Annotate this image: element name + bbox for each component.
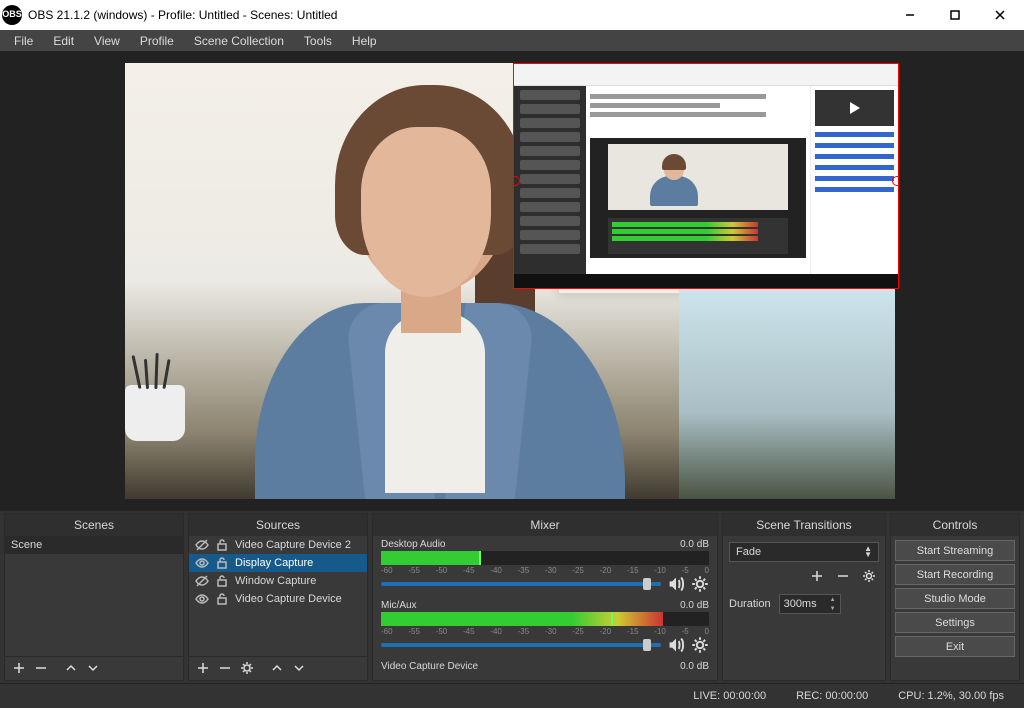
mixer-channel-name: Mic/Aux (381, 600, 417, 611)
lock-open-icon[interactable] (215, 574, 229, 588)
menu-help[interactable]: Help (344, 32, 385, 50)
spin-up-icon[interactable]: ▲ (826, 595, 840, 604)
preview-canvas[interactable] (125, 63, 899, 499)
mixer-header: Mixer (373, 514, 717, 536)
spin-down-icon[interactable]: ▼ (826, 604, 840, 613)
mixer-channel-db: 0.0 dB (680, 539, 709, 550)
menu-tools[interactable]: Tools (296, 32, 340, 50)
mixer-channel-db: 0.0 dB (680, 661, 709, 672)
maximize-button[interactable] (932, 0, 977, 30)
eye-icon[interactable] (195, 556, 209, 570)
add-scene-button[interactable] (9, 658, 29, 678)
mixer-meter (381, 551, 709, 565)
status-rec: REC: 00:00:00 (796, 690, 868, 702)
gear-icon[interactable] (691, 575, 709, 593)
transitions-panel: Scene Transitions Fade ▲▼ Duration ▲▼ (722, 513, 886, 680)
duration-input[interactable] (780, 595, 826, 613)
mixer-meter (381, 612, 709, 626)
sources-header: Sources (189, 514, 367, 536)
chevron-up-down-icon: ▲▼ (864, 546, 872, 558)
mixer-panel: Mixer Desktop Audio0.0 dB -60-55-50-45-4… (372, 513, 718, 680)
status-live: LIVE: 00:00:00 (693, 690, 766, 702)
lock-open-icon[interactable] (215, 538, 229, 552)
source-label: Window Capture (235, 575, 316, 587)
source-item[interactable]: Window Capture (189, 572, 367, 590)
source-move-up-button[interactable] (267, 658, 287, 678)
scene-item[interactable]: Scene (5, 536, 183, 554)
eye-off-icon[interactable] (195, 538, 209, 552)
source-item[interactable]: Video Capture Device 2 (189, 536, 367, 554)
mixer-channel-name: Desktop Audio (381, 539, 446, 550)
volume-slider[interactable] (381, 643, 661, 647)
remove-scene-button[interactable] (31, 658, 51, 678)
lock-open-icon[interactable] (215, 556, 229, 570)
menu-view[interactable]: View (86, 32, 128, 50)
remove-transition-button[interactable] (833, 566, 853, 586)
mixer-channel: Mic/Aux0.0 dB -60-55-50-45-40-35-30-25-2… (373, 597, 717, 658)
duration-label: Duration (729, 598, 771, 610)
add-source-button[interactable] (193, 658, 213, 678)
gear-icon[interactable] (691, 636, 709, 654)
studio-mode-button[interactable]: Studio Mode (895, 588, 1015, 609)
controls-header: Controls (891, 514, 1019, 536)
speaker-icon[interactable] (667, 575, 685, 593)
scene-move-down-button[interactable] (83, 658, 103, 678)
source-item[interactable]: Display Capture (189, 554, 367, 572)
add-transition-button[interactable] (807, 566, 827, 586)
menu-edit[interactable]: Edit (45, 32, 82, 50)
eye-icon[interactable] (195, 592, 209, 606)
controls-panel: Controls Start Streaming Start Recording… (890, 513, 1020, 680)
minimize-button[interactable] (887, 0, 932, 30)
speaker-icon[interactable] (667, 636, 685, 654)
remove-source-button[interactable] (215, 658, 235, 678)
menubar: File Edit View Profile Scene Collection … (0, 30, 1024, 51)
menu-file[interactable]: File (6, 32, 41, 50)
transitions-header: Scene Transitions (723, 514, 885, 536)
transition-dropdown[interactable]: Fade ▲▼ (729, 542, 879, 562)
source-move-down-button[interactable] (289, 658, 309, 678)
source-label: Video Capture Device (235, 593, 342, 605)
sources-panel: Sources Video Capture Device 2 Display C… (188, 513, 368, 680)
source-label: Video Capture Device 2 (235, 539, 351, 551)
scene-move-up-button[interactable] (61, 658, 81, 678)
source-label: Display Capture (235, 557, 313, 569)
start-recording-button[interactable]: Start Recording (895, 564, 1015, 585)
mixer-channel-db: 0.0 dB (680, 600, 709, 611)
mixer-channel: Desktop Audio0.0 dB -60-55-50-45-40-35-3… (373, 536, 717, 597)
mixer-channel-name: Video Capture Device (381, 661, 478, 672)
status-cpu: CPU: 1.2%, 30.00 fps (898, 690, 1004, 702)
duration-spinbox[interactable]: ▲▼ (779, 594, 841, 614)
lock-open-icon[interactable] (215, 592, 229, 606)
display-capture-overlay[interactable] (513, 63, 899, 289)
scenes-panel: Scenes Scene (4, 513, 184, 680)
scenes-header: Scenes (5, 514, 183, 536)
window-title: OBS 21.1.2 (windows) - Profile: Untitled… (28, 8, 887, 22)
eye-off-icon[interactable] (195, 574, 209, 588)
sources-list: Video Capture Device 2 Display Capture W… (189, 536, 367, 655)
volume-slider[interactable] (381, 582, 661, 586)
menu-scene-collection[interactable]: Scene Collection (186, 32, 292, 50)
preview-area (0, 51, 1024, 511)
menu-profile[interactable]: Profile (132, 32, 182, 50)
settings-button[interactable]: Settings (895, 612, 1015, 633)
source-item[interactable]: Video Capture Device (189, 590, 367, 608)
app-icon: OBS (2, 5, 22, 25)
close-button[interactable] (977, 0, 1022, 30)
statusbar: LIVE: 00:00:00 REC: 00:00:00 CPU: 1.2%, … (0, 683, 1024, 708)
transition-current: Fade (736, 546, 761, 558)
titlebar: OBS OBS 21.1.2 (windows) - Profile: Unti… (0, 0, 1024, 30)
exit-button[interactable]: Exit (895, 636, 1015, 657)
source-settings-button[interactable] (237, 658, 257, 678)
transition-settings-button[interactable] (859, 566, 879, 586)
start-streaming-button[interactable]: Start Streaming (895, 540, 1015, 561)
mixer-channel: Video Capture Device 0.0 dB (373, 658, 717, 677)
